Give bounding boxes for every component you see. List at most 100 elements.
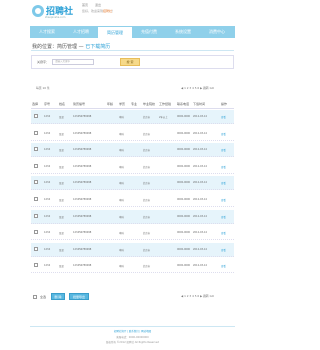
cell-name: 某某 (59, 265, 64, 269)
row-checkbox[interactable] (34, 213, 38, 218)
cell-op[interactable]: 查看 (221, 148, 226, 152)
footer-links-text[interactable]: 招聘社简介 | 联系我们 | 网站地图 (114, 330, 151, 333)
cell-resume-no: 123456789098 (73, 231, 92, 235)
cell-date2: 0000-0000 (177, 131, 191, 135)
cell-time: 2012-03-14 (193, 264, 207, 268)
cell-op[interactable]: 查看 (221, 215, 226, 219)
cell-name: 某某 (59, 116, 64, 119)
row-checkbox[interactable] (34, 246, 38, 251)
row-checkbox[interactable] (34, 130, 38, 135)
col-select: 选择 (32, 102, 39, 106)
cell-name: 某某 (59, 248, 64, 252)
cell-op[interactable]: 查看 (221, 231, 226, 235)
logo[interactable]: 招聘社 zhaopinshe.com (30, 1, 78, 25)
row-checkbox[interactable] (34, 147, 38, 152)
cell-edu: 本科 (119, 265, 124, 269)
delete-button[interactable]: 删 除 (51, 293, 65, 300)
cell-op[interactable]: 查看 (221, 198, 226, 202)
nav-item-resume-manage[interactable]: 简历管理 (98, 26, 132, 38)
export-button[interactable]: 批量导出 (69, 293, 89, 300)
row-checkbox[interactable] (34, 163, 38, 168)
cell-resume-no: 123456789098 (73, 247, 92, 251)
cell-id: 1234 (44, 198, 51, 201)
search-button[interactable]: 搜 索 (120, 58, 140, 66)
table-row: 1234 某某 123456789098 本科 北京市 0000-0000 2012-03-… (31, 176, 234, 191)
cell-name: 某某 (59, 215, 64, 219)
cell-id: 1234 (44, 181, 51, 185)
pager-top: 每页 10 条 ◀ 1 2 3 4 5 6 ▶ 跳转 GO (31, 85, 234, 91)
table-row: 1234 某某 123456789098 本科 北京市 0000-0000 2012-03-… (31, 143, 234, 158)
cell-name: 某某 (59, 232, 64, 236)
bulk-actions: 全选 删 除 批量导出 (31, 292, 234, 302)
cell-resume-no: 123456789098 (73, 264, 92, 268)
table-row: 1234 某某 123456789098 本科 北京市 0000-0000 2012-03-… (31, 259, 234, 274)
row-checkbox[interactable] (34, 230, 38, 235)
cell-edu: 本科 (119, 132, 124, 136)
cell-name: 某某 (59, 132, 64, 136)
cell-edu: 本科 (119, 199, 124, 202)
main-nav: 人才搜索 人才招聘 简历管理 充值付费 系统设置 消费中心 (30, 26, 235, 38)
cell-edu: 本科 (119, 215, 124, 219)
cell-id: 1234 (44, 214, 51, 218)
col-school: 毕业院校 (143, 102, 156, 106)
cell-date2: 0000-0000 (177, 231, 191, 235)
home-link[interactable]: 首页 (82, 3, 88, 7)
cell-id: 1234 (44, 131, 51, 135)
select-all-label: 全选 (40, 295, 47, 299)
cell-school: 北京市 (143, 215, 151, 219)
cell-time: 2012-03-14 (193, 214, 207, 218)
cell-school: 北京市 (143, 248, 151, 252)
cell-school: 北京市 (143, 132, 151, 136)
nav-item-settings[interactable]: 系统设置 (166, 26, 200, 38)
search-panel: 关键字： 请输入关键字 搜 索 (31, 55, 234, 69)
welcome-prefix: 您好，欢迎来到 (82, 9, 104, 13)
cell-resume-no: 123456789098 (73, 131, 92, 135)
col-resume-no: 简历编号 (73, 102, 86, 106)
nav-item-talent-search[interactable]: 人才搜索 (30, 26, 64, 38)
nav-item-consume[interactable]: 消费中心 (200, 26, 234, 38)
pager-controls[interactable]: ◀ 1 2 3 4 5 6 ▶ 跳转 GO (181, 86, 214, 90)
table-row: 1234 某某 123456789098 本科 北京市 0000-0000 2012-03-… (31, 209, 234, 224)
cell-id: 1234 (44, 264, 51, 268)
cell-resume-no: 123456789098 (73, 115, 92, 118)
cell-op[interactable]: 查看 (221, 264, 226, 268)
cell-name: 某某 (59, 149, 64, 153)
nav-item-recharge[interactable]: 充值付费 (132, 26, 166, 38)
cell-op[interactable]: 查看 (221, 132, 226, 136)
cell-op[interactable]: 查看 (221, 165, 226, 169)
row-checkbox[interactable] (34, 180, 38, 185)
table-row: 1234 某某 123456789098 本科 北京市 0000-0000 2012-03-… (31, 242, 234, 257)
cell-op[interactable]: 查看 (221, 181, 226, 185)
cell-op[interactable]: 查看 (221, 115, 226, 119)
cell-time: 2012-03-14 (193, 198, 207, 201)
cell-date2: 0000-0000 (177, 148, 191, 152)
table-row: 1234 某某 123456789098 本科 北京市 0000-0000 2012-03-… (31, 160, 234, 174)
logo-subtext: zhaopinshe.com (45, 16, 66, 19)
cell-school: 北京市 (143, 199, 151, 202)
row-checkbox[interactable] (34, 197, 38, 201)
cell-date2: 0000-0000 (177, 198, 191, 201)
cell-school: 北京市 (143, 149, 151, 153)
row-checkbox[interactable] (34, 114, 38, 118)
logout-link[interactable]: 退出 (95, 3, 101, 7)
nav-item-recruit[interactable]: 人才招聘 (64, 26, 98, 38)
welcome-brand: 招聘社 (103, 9, 113, 13)
footer-links: 招聘社简介 | 联系我们 | 网站地图 (0, 329, 265, 333)
cell-edu: 本科 (119, 165, 124, 169)
keyword-input[interactable]: 请输入关键字 (52, 59, 94, 65)
col-action: 操作 (221, 102, 228, 106)
select-all-checkbox[interactable] (33, 295, 37, 299)
cell-school: 北京市 (143, 265, 151, 269)
page-size-text[interactable]: 每页 10 条 (36, 86, 50, 90)
col-major: 专业 (131, 102, 138, 106)
row-checkbox[interactable] (34, 263, 38, 268)
cell-op[interactable]: 查看 (221, 248, 226, 252)
cell-resume-no: 123456789098 (73, 181, 92, 185)
welcome-suffix: ！ (112, 9, 116, 13)
cell-time: 2012-03-14 (193, 131, 207, 135)
col-education: 学历 (119, 102, 126, 106)
cell-id: 1234 (44, 231, 51, 235)
page: 招聘社 zhaopinshe.com 首页 退出 您好，欢迎来到招聘社！ 人才搜… (0, 0, 265, 350)
table-header: 选择 序号 姓名 简历编号 年龄 学历 专业 毕业院校 工作经验 联系电话 下载… (31, 100, 234, 109)
footer-copyright: 版权所有 ©2012 招聘社 All Rights Reserved (106, 341, 159, 344)
